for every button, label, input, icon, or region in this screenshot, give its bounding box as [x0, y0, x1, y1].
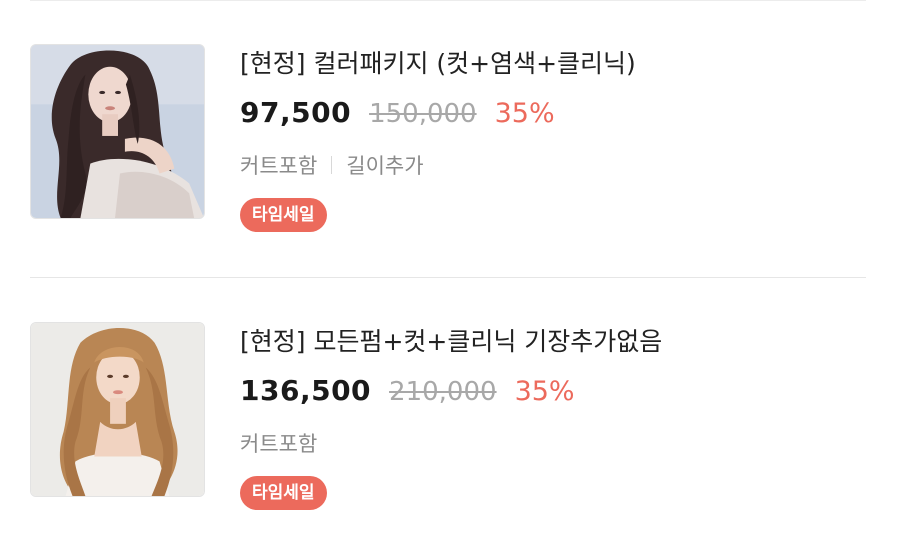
- product-card[interactable]: [현정] 모든펌+컷+클리닉 기장추가없음 136,500 210,000 35…: [30, 322, 866, 522]
- top-divider: [30, 0, 866, 1]
- product-title[interactable]: [현정] 모든펌+컷+클리닉 기장추가없음: [240, 326, 860, 358]
- sale-price: 97,500: [240, 96, 352, 129]
- product-thumbnail[interactable]: [30, 44, 205, 219]
- item-divider: [30, 277, 866, 278]
- product-title[interactable]: [현정] 컬러패키지 (컷+염색+클리닉): [240, 48, 860, 80]
- product-info: [현정] 모든펌+컷+클리닉 기장추가없음 136,500 210,000 35…: [240, 322, 860, 510]
- product-image: [31, 323, 204, 496]
- product-info: [현정] 컬러패키지 (컷+염색+클리닉) 97,500 150,000 35%…: [240, 44, 860, 232]
- option-list: 커트포함 길이추가: [240, 150, 860, 180]
- product-card[interactable]: [현정] 컬러패키지 (컷+염색+클리닉) 97,500 150,000 35%…: [30, 44, 866, 244]
- original-price: 210,000: [389, 377, 497, 407]
- option-label: 길이추가: [346, 154, 424, 178]
- option-label: 커트포함: [240, 432, 318, 456]
- price-row: 97,500 150,000 35%: [240, 96, 860, 132]
- time-sale-badge: 타임세일: [240, 476, 327, 510]
- discount-rate: 35%: [494, 98, 555, 129]
- option-label: 커트포함: [240, 154, 318, 178]
- price-row: 136,500 210,000 35%: [240, 374, 860, 410]
- time-sale-badge: 타임세일: [240, 198, 327, 232]
- sale-price: 136,500: [240, 374, 372, 407]
- original-price: 150,000: [369, 99, 477, 129]
- discount-rate: 35%: [514, 376, 575, 407]
- option-separator: [331, 156, 333, 174]
- product-thumbnail[interactable]: [30, 322, 205, 497]
- option-list: 커트포함: [240, 428, 860, 458]
- product-image: [31, 45, 204, 218]
